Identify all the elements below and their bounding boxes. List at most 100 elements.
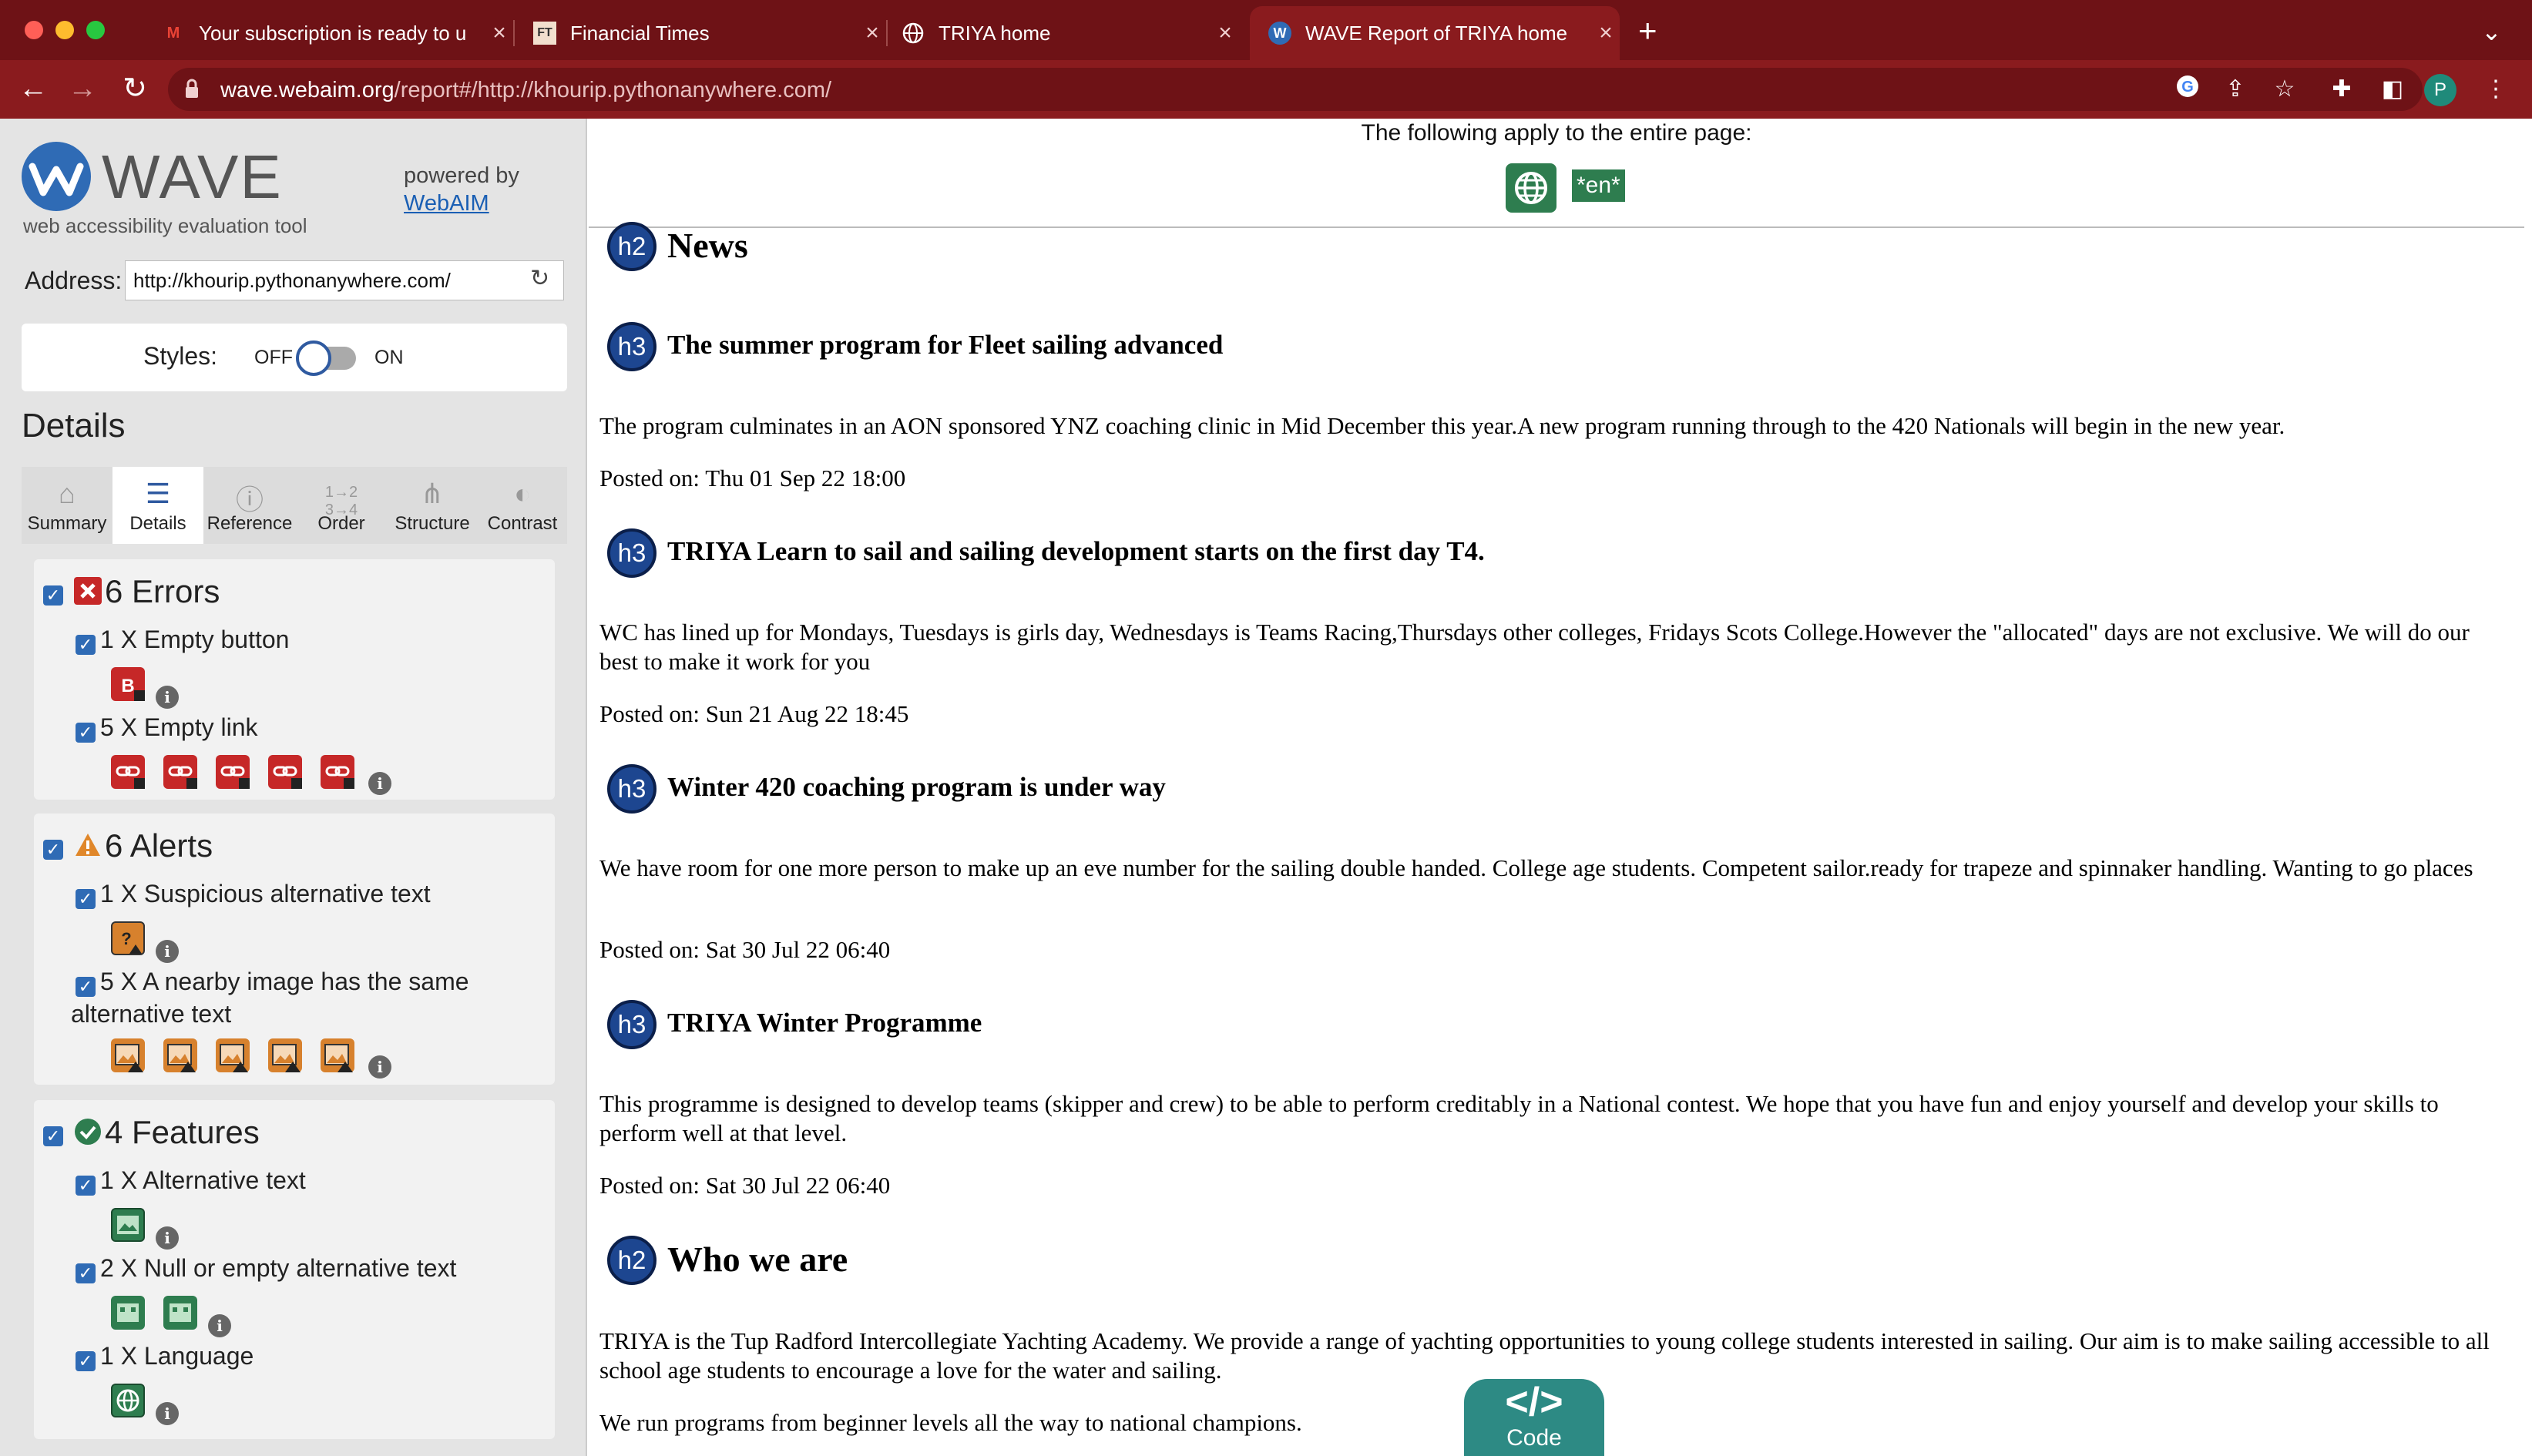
- chevron-down-icon[interactable]: ⌄: [2481, 17, 2502, 46]
- close-icon[interactable]: ×: [1211, 20, 1239, 46]
- tab-triya-home[interactable]: TRIYA home ×: [895, 6, 1239, 60]
- h2-badge-icon[interactable]: h2: [607, 222, 657, 271]
- styles-toggle[interactable]: [296, 341, 356, 376]
- info-icon[interactable]: i: [208, 1314, 231, 1337]
- tab-wave-report[interactable]: W WAVE Report of TRIYA home ×: [1250, 6, 1620, 60]
- avatar[interactable]: P: [2424, 74, 2456, 106]
- info-icon[interactable]: i: [368, 772, 391, 795]
- tab-financial-times[interactable]: FT Financial Times ×: [524, 6, 886, 60]
- tab-gmail[interactable]: M Your subscription is ready to u ×: [151, 6, 513, 60]
- nearby-image-checkbox[interactable]: ✓: [76, 977, 96, 997]
- nearby-image-alert-icon[interactable]: [321, 1038, 354, 1072]
- null-alt-feature-icon[interactable]: [163, 1296, 197, 1330]
- alt-text-checkbox[interactable]: ✓: [76, 1176, 96, 1196]
- empty-button-error-icon[interactable]: B: [111, 667, 145, 701]
- empty-link-error-icon[interactable]: [268, 755, 302, 789]
- posted-date: Posted on: Thu 01 Sep 22 18:00: [599, 465, 906, 491]
- tab-title: Your subscription is ready to u: [199, 21, 467, 45]
- close-icon[interactable]: ×: [858, 20, 886, 46]
- close-window-button[interactable]: [25, 21, 43, 39]
- forward-button[interactable]: →: [63, 68, 102, 109]
- paragraph: The program culminates in an AON sponsor…: [599, 412, 2285, 439]
- null-alt-checkbox[interactable]: ✓: [76, 1263, 96, 1283]
- share-icon[interactable]: ⇪: [2219, 74, 2252, 105]
- webaim-link[interactable]: WebAIM: [404, 191, 489, 216]
- error-x-icon: [74, 577, 102, 605]
- new-tab-button[interactable]: +: [1638, 15, 1657, 47]
- tab-order[interactable]: 1→2 3→4 Order: [296, 467, 387, 544]
- suspicious-alt-label: 1 X Suspicious alternative text: [100, 880, 431, 907]
- h3-badge-icon[interactable]: h3: [607, 322, 657, 371]
- nearby-image-alert-icon[interactable]: [216, 1038, 250, 1072]
- styles-on-label: ON: [374, 347, 404, 368]
- address-bar[interactable]: wave.webaim.org/report#/http://khourip.p…: [168, 68, 2423, 111]
- code-label: Code: [1506, 1425, 1562, 1451]
- tab-strip: M Your subscription is ready to u × FT F…: [0, 0, 2532, 60]
- alt-text-feature-icon[interactable]: [111, 1208, 145, 1242]
- h2-badge-icon[interactable]: h2: [607, 1236, 657, 1285]
- address-input[interactable]: [125, 260, 564, 300]
- empty-button-checkbox[interactable]: ✓: [76, 635, 96, 655]
- nearby-image-label-2: alternative text: [71, 1000, 232, 1028]
- empty-link-checkbox[interactable]: ✓: [76, 723, 96, 743]
- info-icon[interactable]: i: [156, 686, 179, 709]
- code-toggle-button[interactable]: </> Code: [1464, 1379, 1604, 1456]
- h3-badge-icon[interactable]: h3: [607, 528, 657, 578]
- empty-link-error-icon[interactable]: [163, 755, 197, 789]
- info-icon[interactable]: i: [156, 1402, 179, 1425]
- home-icon: ⌂: [59, 478, 76, 509]
- h3-badge-icon[interactable]: h3: [607, 1000, 657, 1049]
- menu-kebab-icon[interactable]: ⋮: [2480, 74, 2512, 105]
- tab-structure[interactable]: ⋔ Structure: [387, 467, 478, 544]
- tab-label: Reference: [207, 513, 293, 534]
- reload-button[interactable]: ↻: [116, 68, 154, 109]
- refresh-icon[interactable]: ↻: [530, 265, 549, 292]
- tab-contrast[interactable]: ◐ Contrast: [478, 467, 567, 544]
- language-feature-icon[interactable]: [111, 1384, 145, 1417]
- bookmark-star-icon[interactable]: ☆: [2268, 74, 2301, 105]
- tab-summary[interactable]: ⌂ Summary: [22, 467, 112, 544]
- language-globe-icon[interactable]: [1506, 163, 1556, 213]
- h3-badge-icon[interactable]: h3: [607, 764, 657, 814]
- tab-reference[interactable]: ⓘ Reference: [203, 467, 296, 544]
- null-alt-feature-icon[interactable]: [111, 1296, 145, 1330]
- info-icon[interactable]: i: [368, 1055, 391, 1079]
- gmail-icon: M: [166, 24, 180, 42]
- nearby-image-alert-icon[interactable]: [268, 1038, 302, 1072]
- heading-learn-to-sail: TRIYA Learn to sail and sailing developm…: [667, 536, 1485, 566]
- nearby-image-alert-icon[interactable]: [111, 1038, 145, 1072]
- styles-off-label: OFF: [254, 347, 293, 368]
- url-text: wave.webaim.org/report#/http://khourip.p…: [220, 78, 831, 103]
- alt-text-label: 1 X Alternative text: [100, 1166, 306, 1194]
- alerts-checkbox[interactable]: ✓: [43, 840, 63, 860]
- zoom-window-button[interactable]: [86, 21, 105, 39]
- info-icon[interactable]: i: [156, 940, 179, 963]
- side-panel-icon[interactable]: ◧: [2376, 74, 2409, 105]
- info-icon[interactable]: i: [156, 1226, 179, 1250]
- close-icon[interactable]: ×: [485, 20, 513, 46]
- empty-link-error-icon[interactable]: [216, 755, 250, 789]
- back-button[interactable]: ←: [14, 68, 52, 109]
- language-tag[interactable]: *en*: [1572, 169, 1625, 202]
- structure-icon: ⋔: [420, 478, 445, 509]
- contrast-icon: ◐: [514, 478, 531, 509]
- features-checkbox[interactable]: ✓: [43, 1126, 63, 1146]
- alerts-title: 6 Alerts: [74, 827, 213, 864]
- suspicious-alt-alert-icon[interactable]: ?: [111, 921, 145, 955]
- empty-link-error-icon[interactable]: [111, 755, 145, 789]
- paragraph: This programme is designed to develop te…: [599, 1090, 2439, 1146]
- close-icon[interactable]: ×: [1592, 20, 1620, 46]
- nearby-image-alert-icon[interactable]: [163, 1038, 197, 1072]
- minimize-window-button[interactable]: [55, 21, 74, 39]
- wave-logo-text: WAVE: [102, 143, 283, 211]
- extensions-puzzle-icon[interactable]: ✚: [2325, 74, 2358, 105]
- empty-button-label: 1 X Empty button: [100, 626, 290, 653]
- language-checkbox[interactable]: ✓: [76, 1351, 96, 1371]
- errors-checkbox[interactable]: ✓: [43, 585, 63, 606]
- suspicious-alt-checkbox[interactable]: ✓: [76, 889, 96, 909]
- google-lens-icon[interactable]: G: [2171, 74, 2204, 105]
- tab-details[interactable]: ☰ Details: [112, 467, 203, 544]
- features-title-text: 4 Features: [105, 1114, 260, 1150]
- posted-date: Posted on: Sat 30 Jul 22 06:40: [599, 1172, 891, 1199]
- empty-link-error-icon[interactable]: [321, 755, 354, 789]
